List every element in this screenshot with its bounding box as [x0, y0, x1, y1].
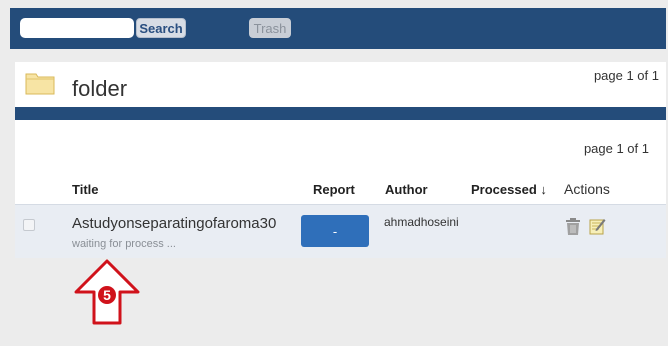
- document-title[interactable]: Astudyonseparatingofaroma30: [72, 215, 276, 232]
- page-indicator: page 1 of 1: [583, 141, 649, 156]
- document-status: waiting for process ...: [72, 238, 176, 250]
- folder-icon: [25, 71, 55, 95]
- column-header-author[interactable]: Author: [385, 182, 428, 197]
- arrow-up-icon: 5: [74, 259, 140, 325]
- document-author: ahmadhoseini: [384, 215, 459, 229]
- column-header-report[interactable]: Report: [313, 182, 355, 197]
- trash-button[interactable]: Trash: [249, 18, 291, 38]
- folder-divider-bar: [15, 107, 666, 120]
- search-input[interactable]: [20, 18, 134, 38]
- search-button[interactable]: Search: [136, 18, 186, 38]
- report-button[interactable]: -: [301, 215, 369, 247]
- page-indicator-top: page 1 of 1: [593, 68, 659, 83]
- column-header-processed[interactable]: Processed ↓: [471, 182, 547, 197]
- folder-title: folder: [72, 76, 128, 101]
- trash-icon[interactable]: [565, 218, 581, 236]
- table-row: Astudyonseparatingofaroma30 waiting for …: [15, 204, 666, 258]
- folder-panel: folder page 1 of 1 page 1 of 1 Title Rep…: [15, 62, 666, 258]
- column-header-title[interactable]: Title: [72, 182, 99, 197]
- top-toolbar: Search Trash: [10, 8, 666, 49]
- row-checkbox[interactable]: [23, 219, 35, 231]
- column-header-actions: Actions: [564, 181, 610, 197]
- annotation-number: 5: [103, 287, 111, 303]
- edit-icon[interactable]: [589, 217, 606, 235]
